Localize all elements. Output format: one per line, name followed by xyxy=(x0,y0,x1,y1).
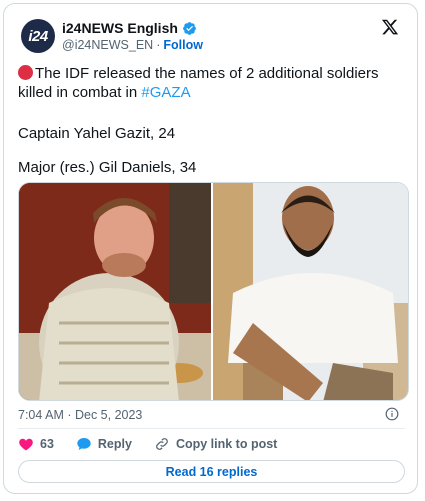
photo-left[interactable] xyxy=(19,183,211,400)
photo-right-illustration xyxy=(213,183,408,400)
author-handle-row: @i24NEWS_EN · Follow xyxy=(62,38,203,52)
separator-dot: · xyxy=(156,38,161,52)
likes-count: 63 xyxy=(40,437,54,451)
action-bar: 63 Reply Copy link to post xyxy=(18,436,299,452)
reply-button[interactable]: Reply xyxy=(76,436,132,452)
like-button[interactable]: 63 xyxy=(18,436,54,452)
info-icon[interactable] xyxy=(385,407,399,421)
copy-link-label: Copy link to post xyxy=(175,437,278,451)
author-display-name[interactable]: i24NEWS English xyxy=(62,20,178,36)
media-gallery[interactable] xyxy=(18,182,409,401)
timestamp[interactable]: 7:04 AM · Dec 5, 2023 xyxy=(18,408,142,422)
tweet-line-3: Major (res.) Gil Daniels, 34 xyxy=(18,159,197,176)
red-circle-emoji-icon xyxy=(18,65,33,80)
x-logo-icon[interactable] xyxy=(381,18,399,36)
photo-right[interactable] xyxy=(213,183,408,400)
copy-link-button[interactable]: Copy link to post xyxy=(154,436,277,452)
read-replies-button[interactable]: Read 16 replies xyxy=(18,460,405,483)
heart-icon xyxy=(19,438,33,451)
author-handle[interactable]: @i24NEWS_EN xyxy=(62,38,153,52)
avatar[interactable]: i24 xyxy=(21,19,55,53)
follow-button[interactable]: Follow xyxy=(163,38,203,52)
reply-icon xyxy=(77,438,91,450)
photo-left-illustration xyxy=(19,183,211,400)
tweet-embed-card: i24 i24NEWS English @i24NEWS_EN · Follow… xyxy=(3,3,418,494)
hashtag-link[interactable]: #GAZA xyxy=(141,84,190,101)
link-icon xyxy=(156,438,168,450)
tweet-text: The IDF released the names of 2 addition… xyxy=(18,64,408,102)
reply-label: Reply xyxy=(97,437,132,451)
tweet-line-1: The IDF released the names of 2 addition… xyxy=(18,65,379,101)
avatar-text: i24 xyxy=(28,27,48,45)
divider xyxy=(18,428,405,429)
tweet-line-2: Captain Yahel Gazit, 24 xyxy=(18,125,176,142)
verified-badge-icon xyxy=(183,21,196,35)
author-name-row[interactable]: i24NEWS English xyxy=(62,20,197,36)
